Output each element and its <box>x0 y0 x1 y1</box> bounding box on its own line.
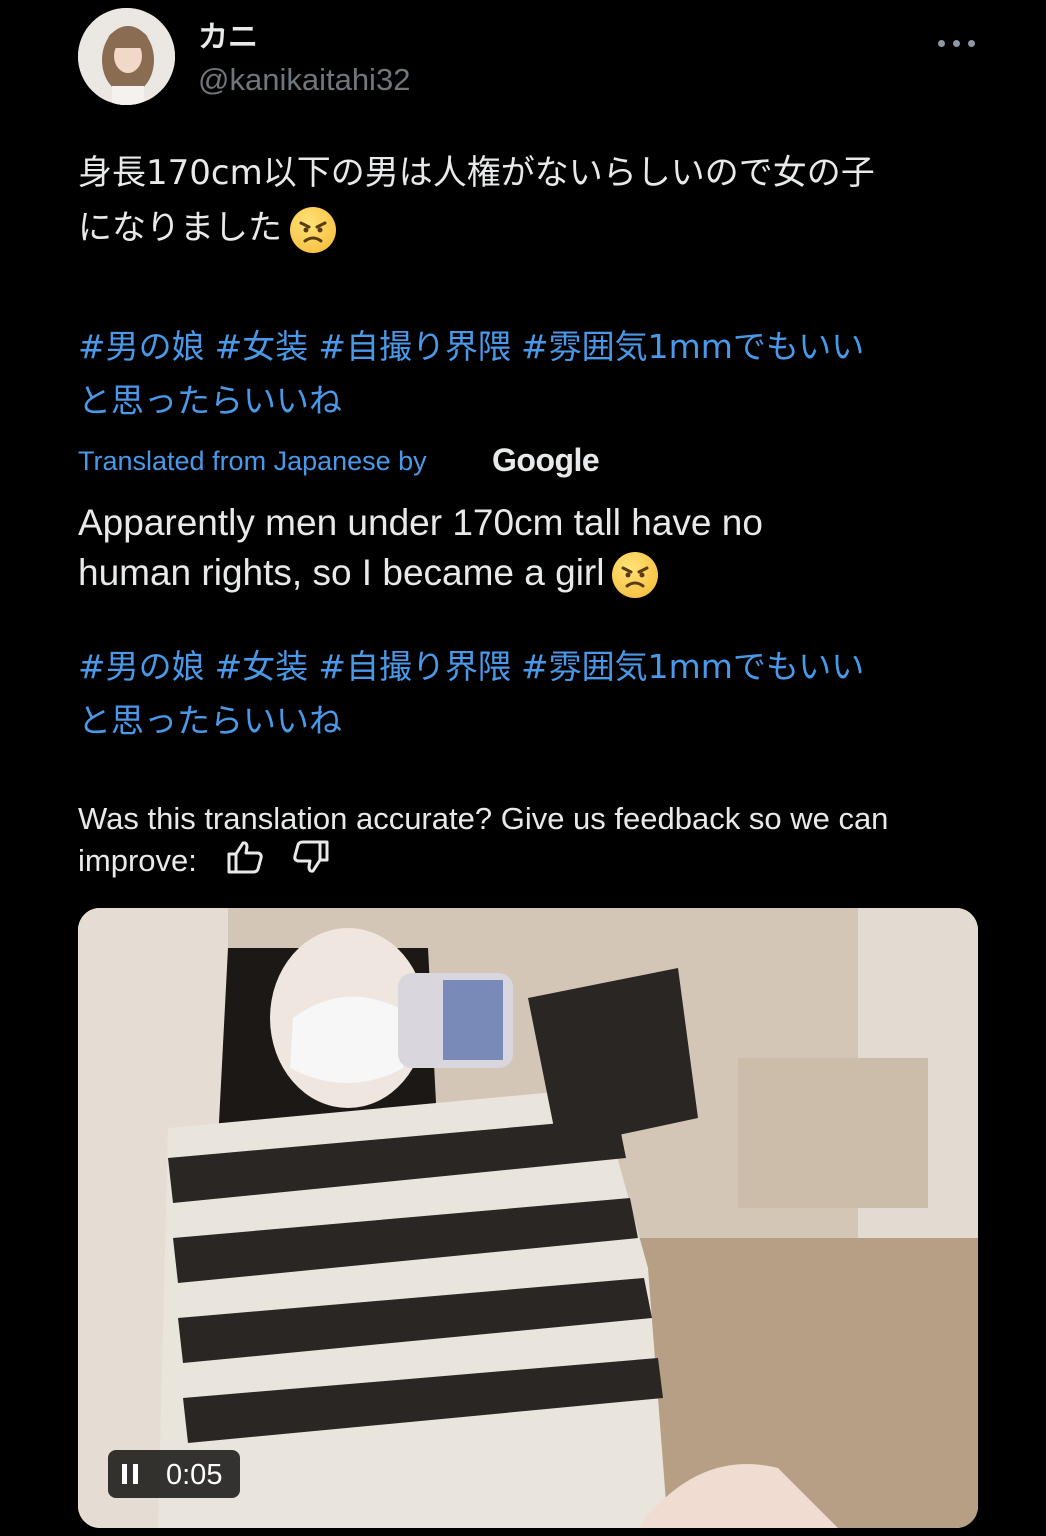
tweet-text-line1: 身長170cm以下の男は人権がないらしいので女の子 <box>78 153 875 193</box>
hashtag-link[interactable]: #雰囲気1mmでもいい <box>521 647 864 686</box>
avatar[interactable] <box>78 8 175 105</box>
hashtag-link[interactable]: #男の娘 <box>78 327 205 366</box>
tweet-text: 身長170cm以下の男は人権がないらしいので女の子 になりました <box>78 146 1008 256</box>
translated-from-label[interactable]: Translated from Japanese by <box>78 446 427 477</box>
hashtag-link[interactable]: #雰囲気1mmでもいい <box>521 327 864 366</box>
angry-face-icon <box>290 206 336 253</box>
translation-hashtags: #男の娘 #女装 #自撮り界隈 #雰囲気1mmでもいい と思ったらいいね <box>78 640 1008 748</box>
video-frame <box>78 908 978 1528</box>
thumbs-up-icon[interactable] <box>226 840 264 885</box>
thumbs-down-icon[interactable] <box>292 840 330 885</box>
tweet-text-line2: になりました <box>78 208 282 248</box>
translation-line1: Apparently men under 170cm tall have no <box>78 502 763 543</box>
translation-feedback: Was this translation accurate? Give us f… <box>78 798 1008 885</box>
translation-text: Apparently men under 170cm tall have no … <box>78 498 1008 599</box>
display-name[interactable]: カニ <box>198 12 258 56</box>
pause-icon[interactable] <box>122 1464 138 1484</box>
hashtag-link[interactable]: #自撮り界隈 <box>318 327 511 366</box>
angry-face-icon <box>612 552 659 599</box>
translation-line2: human rights, so I became a girl <box>78 552 605 593</box>
hashtag-link[interactable]: #女装 <box>215 327 309 366</box>
hashtag-link[interactable]: #女装 <box>215 647 309 686</box>
feedback-prompt-line1: Was this translation accurate? Give us f… <box>78 801 889 836</box>
hashtag-link[interactable]: と思ったらいいね <box>78 374 1008 428</box>
google-logo: Google <box>492 442 600 478</box>
user-handle[interactable]: @kanikaitahi32 <box>198 62 410 98</box>
hashtag-link[interactable]: #自撮り界隈 <box>318 647 511 686</box>
hashtag-link[interactable]: と思ったらいいね <box>78 694 1008 748</box>
video-player[interactable]: 0:05 <box>78 908 978 1528</box>
more-options-icon[interactable] <box>938 40 978 52</box>
feedback-prompt-line2: improve: <box>78 843 197 878</box>
hashtag-link[interactable]: #男の娘 <box>78 647 205 686</box>
tweet-hashtags: #男の娘 #女装 #自撮り界隈 #雰囲気1mmでもいい と思ったらいいね <box>78 320 1008 428</box>
video-timestamp: 0:05 <box>166 1459 223 1491</box>
video-timestamp-pill[interactable]: 0:05 <box>108 1450 240 1498</box>
